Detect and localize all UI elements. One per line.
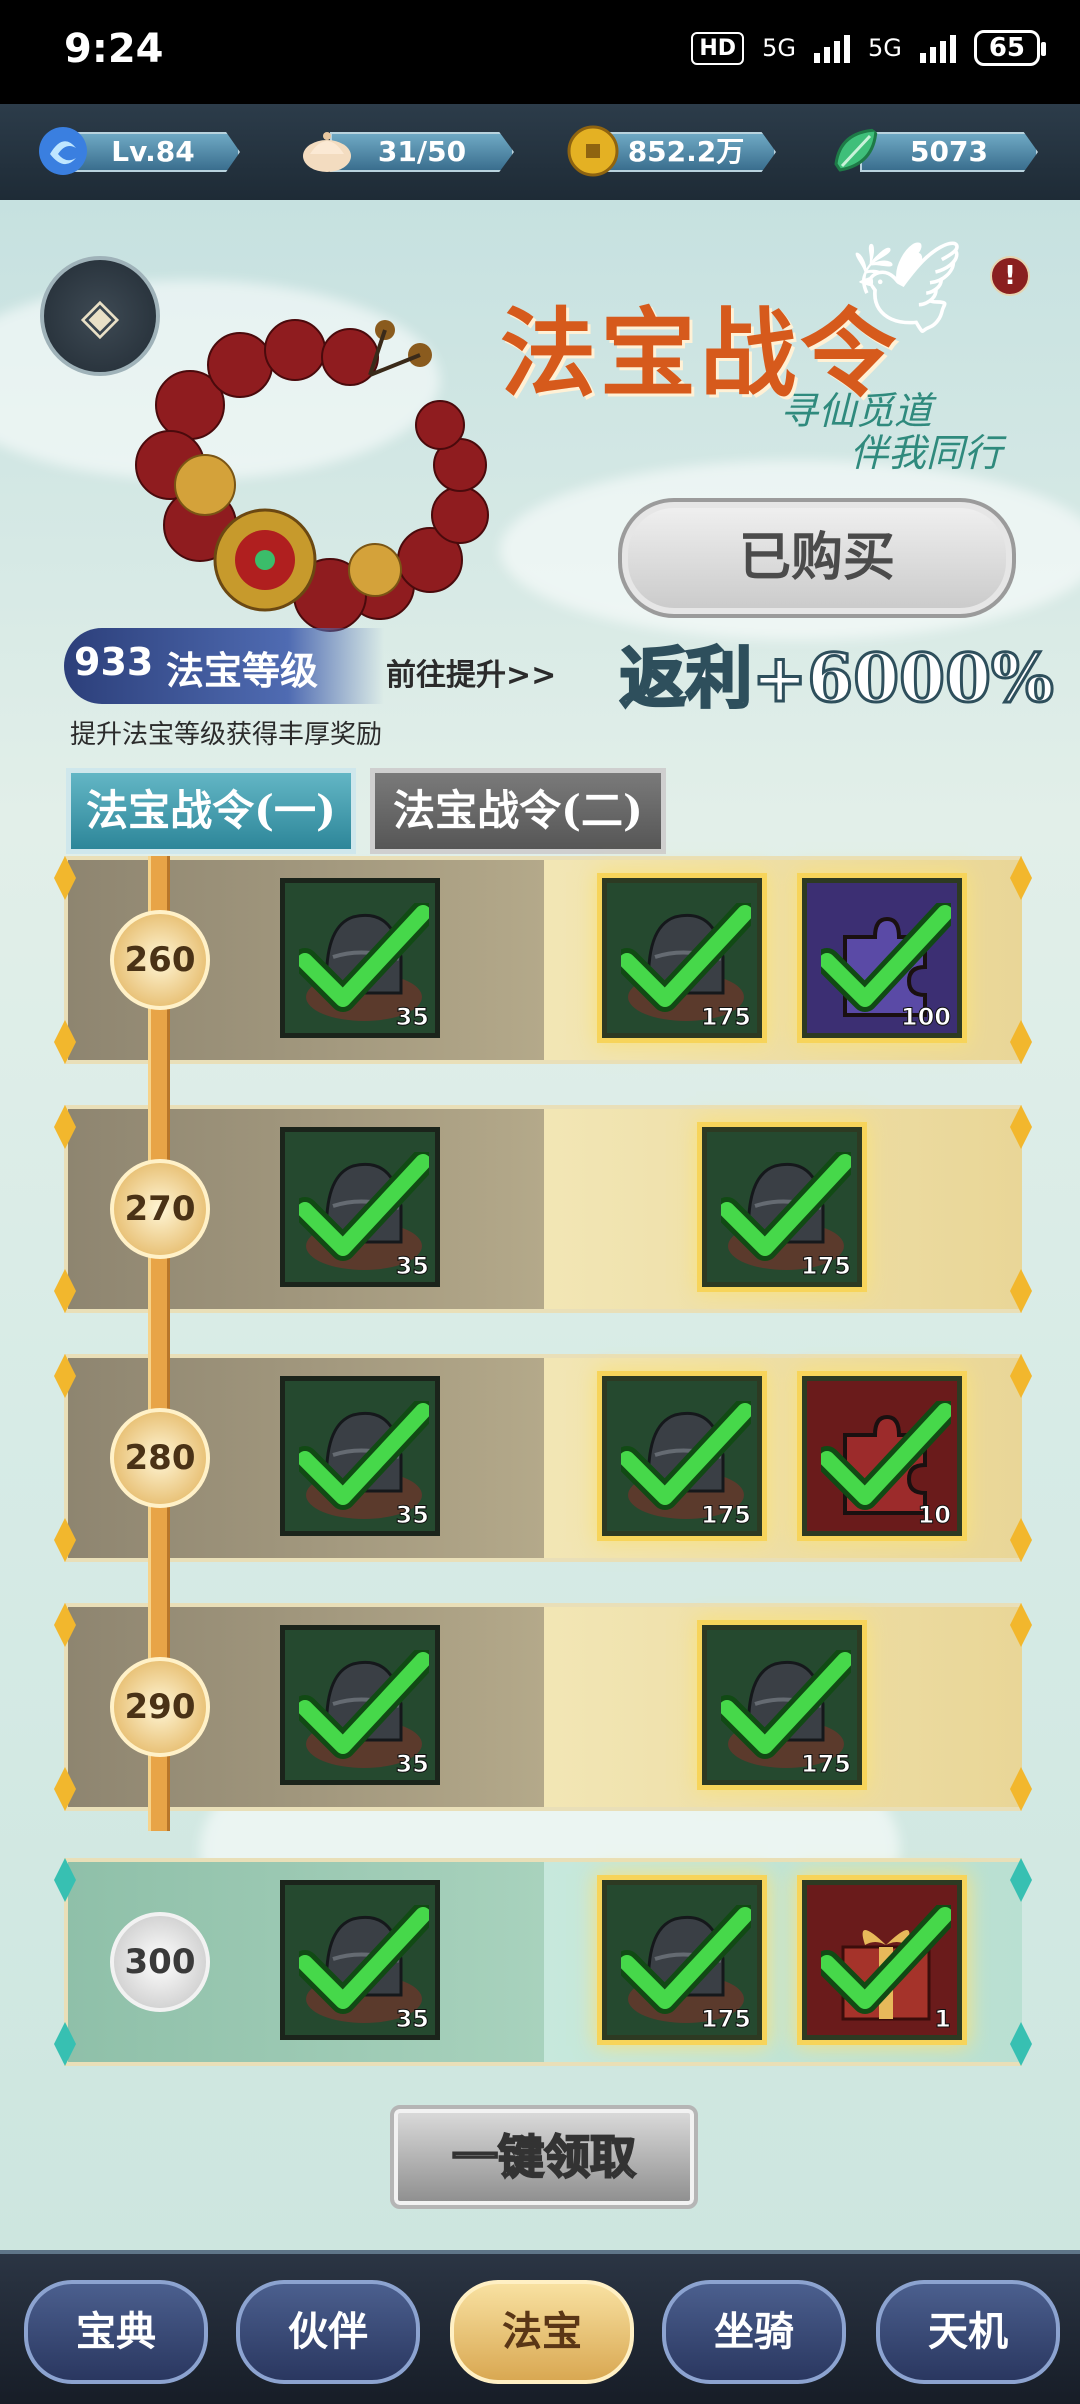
level-resource[interactable]: Lv.84 bbox=[36, 126, 246, 176]
hd-icon: HD bbox=[691, 31, 745, 65]
treasure-level-label: 法宝等级 bbox=[166, 649, 319, 693]
tab-pass-two[interactable]: 法宝战令(二) bbox=[370, 768, 666, 854]
level-value: Lv.84 bbox=[66, 132, 240, 172]
level-milestone-badge: 270 bbox=[110, 1159, 210, 1259]
item-quantity: 175 bbox=[800, 1750, 851, 1779]
jade-leaf-icon bbox=[834, 128, 878, 172]
goto-upgrade-link[interactable]: 前往提升>> bbox=[386, 650, 556, 694]
nav-baodian[interactable]: 宝典 bbox=[24, 2280, 208, 2384]
signal-icon-2 bbox=[919, 33, 956, 63]
check-icon bbox=[299, 1401, 429, 1510]
check-icon bbox=[721, 1152, 851, 1261]
item-quantity: 35 bbox=[395, 1501, 429, 1530]
purchased-button[interactable]: 已购买 bbox=[618, 498, 1016, 618]
bottom-nav: 宝典 伙伴 法宝 坐骑 天机 bbox=[0, 2250, 1080, 2404]
level-milestone-badge: 280 bbox=[110, 1408, 210, 1508]
reward-item-hat[interactable]: 175 bbox=[702, 1127, 862, 1287]
subtitle-line2: 伴我同行 bbox=[850, 431, 1003, 475]
prayer-bead-bracelet-image bbox=[135, 319, 489, 632]
nav-partner[interactable]: 伙伴 bbox=[236, 2280, 420, 2384]
check-icon bbox=[299, 1152, 429, 1261]
reward-item-puzzle-purple[interactable]: 100 bbox=[802, 878, 962, 1038]
check-icon bbox=[821, 903, 951, 1012]
rebate-label: 返利+6000% bbox=[619, 638, 1056, 719]
reward-item-gift-red[interactable]: 1 bbox=[802, 1880, 962, 2040]
spirit-swirl-icon bbox=[39, 127, 87, 175]
battery-icon: 65 bbox=[973, 30, 1047, 66]
item-quantity: 35 bbox=[395, 1003, 429, 1032]
check-icon bbox=[621, 1401, 751, 1510]
item-quantity: 175 bbox=[700, 1003, 751, 1032]
check-icon bbox=[621, 1905, 751, 2014]
reward-item-hat[interactable]: 35 bbox=[280, 1127, 440, 1287]
reward-item-hat[interactable]: 35 bbox=[280, 878, 440, 1038]
check-icon bbox=[821, 1905, 951, 2014]
gold-coin-icon bbox=[567, 125, 619, 177]
item-quantity: 35 bbox=[395, 1252, 429, 1281]
claim-all-button[interactable]: 一键领取 bbox=[390, 2105, 698, 2209]
reward-item-puzzle-red[interactable]: 10 bbox=[802, 1376, 962, 1536]
upgrade-hint: 提升法宝等级获得丰厚奖励 bbox=[70, 720, 383, 750]
signal-icon bbox=[813, 33, 850, 63]
jade-value: 5073 bbox=[860, 132, 1038, 172]
network-5g-label-2: 5G bbox=[867, 34, 902, 62]
status-bar: 9:24 HD 5G 5G 65 bbox=[0, 0, 1080, 104]
battle-pass-panel: ◈ 🕊 法宝战令 寻仙觅道 伴我同行 ! 已购买 返利+6000% 933 法宝… bbox=[0, 200, 1080, 2250]
check-icon bbox=[299, 1905, 429, 2014]
item-quantity: 35 bbox=[395, 2005, 429, 2034]
nav-tianji[interactable]: 天机 bbox=[876, 2280, 1060, 2384]
nav-mount[interactable]: 坐骑 bbox=[662, 2280, 846, 2384]
check-icon bbox=[299, 903, 429, 1012]
item-quantity: 10 bbox=[917, 1501, 951, 1530]
reward-item-hat[interactable]: 175 bbox=[702, 1625, 862, 1785]
check-icon bbox=[299, 1650, 429, 1759]
level-milestone-badge: 290 bbox=[110, 1657, 210, 1757]
check-icon bbox=[621, 903, 751, 1012]
tab-pass-one[interactable]: 法宝战令(一) bbox=[66, 768, 356, 854]
jade-resource[interactable]: 5073 bbox=[830, 126, 1042, 176]
item-quantity: 175 bbox=[800, 1252, 851, 1281]
reward-item-hat[interactable]: 175 bbox=[602, 1376, 762, 1536]
treasure-level-number: 933 bbox=[74, 640, 154, 684]
clock: 9:24 bbox=[64, 26, 164, 72]
resource-bar: Lv.84 31/50 852.2万 5073 bbox=[0, 104, 1080, 203]
reward-item-hat[interactable]: 175 bbox=[602, 878, 762, 1038]
level-milestone-badge: 300 bbox=[110, 1912, 210, 2012]
stamina-resource[interactable]: 31/50 bbox=[300, 126, 520, 176]
reward-item-hat[interactable]: 35 bbox=[280, 1625, 440, 1785]
reward-item-hat[interactable]: 35 bbox=[280, 1880, 440, 2040]
level-milestone-badge: 260 bbox=[110, 910, 210, 1010]
check-icon bbox=[721, 1650, 851, 1759]
reward-item-hat[interactable]: 175 bbox=[602, 1880, 762, 2040]
item-quantity: 35 bbox=[395, 1750, 429, 1779]
info-alert-icon[interactable]: ! bbox=[990, 256, 1030, 296]
item-quantity: 100 bbox=[900, 1003, 951, 1032]
steamed-bun-icon bbox=[303, 132, 351, 172]
item-quantity: 1 bbox=[934, 2005, 952, 2034]
status-icons: HD 5G 5G 65 bbox=[691, 30, 1047, 66]
nav-treasure[interactable]: 法宝 bbox=[450, 2280, 634, 2384]
stamina-value: 31/50 bbox=[330, 132, 514, 172]
item-quantity: 175 bbox=[700, 2005, 751, 2034]
network-5g-label: 5G bbox=[762, 34, 796, 62]
coin-value: 852.2万 bbox=[596, 132, 776, 172]
item-quantity: 175 bbox=[700, 1501, 751, 1530]
check-icon bbox=[821, 1401, 951, 1510]
back-diamond-icon: ◈ bbox=[80, 287, 120, 345]
coin-resource[interactable]: 852.2万 bbox=[566, 125, 780, 177]
reward-item-hat[interactable]: 35 bbox=[280, 1376, 440, 1536]
